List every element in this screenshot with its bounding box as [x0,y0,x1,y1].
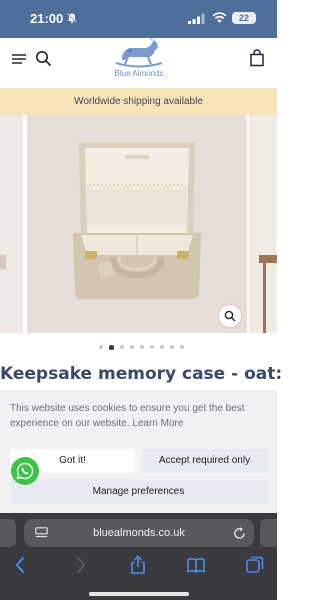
carousel-dot[interactable] [180,345,184,349]
signal-icon [188,13,205,24]
rocking-horse-logo[interactable] [108,38,170,68]
product-title: Keepsake memory case - oat: [0,364,283,384]
shipping-banner: Worldwide shipping available [0,88,277,115]
address-bar[interactable]: bluealmonds.co.uk [24,519,254,547]
status-time: 21:00 [30,11,64,26]
previous-tab-peek[interactable] [0,519,16,547]
brand-name: Blue Almonds [114,69,164,78]
carousel-dot[interactable] [130,345,134,349]
learn-more-link[interactable]: Learn More [132,418,183,429]
bell-icon [67,13,77,24]
search-icon[interactable] [35,50,52,67]
status-bar: 21:00 22 [0,0,277,38]
cookie-message: This website uses cookies to ensure you … [10,401,260,431]
carousel-dot[interactable] [150,345,154,349]
back-icon[interactable] [11,555,31,575]
share-icon[interactable] [128,555,148,575]
wifi-icon [212,12,227,23]
whatsapp-button[interactable] [11,457,39,485]
menu-icon[interactable] [11,52,27,66]
carousel-dot[interactable] [140,345,144,349]
tabs-icon[interactable] [245,555,265,575]
forward-icon[interactable] [70,555,90,575]
bookmarks-icon[interactable] [186,555,206,575]
reader-mode-icon[interactable] [35,527,48,539]
magnifier-icon [224,310,236,322]
carousel-dot[interactable] [99,345,103,349]
accept-required-button[interactable]: Accept required only [142,449,267,473]
product-carousel[interactable] [0,115,277,333]
previous-slide-peek[interactable] [0,115,23,333]
carousel-dot-active[interactable] [109,344,114,350]
next-slide-peek[interactable] [249,115,277,333]
product-image[interactable] [27,115,247,333]
home-indicator [89,592,189,596]
whatsapp-icon [16,462,34,480]
zoom-button[interactable] [219,305,241,327]
browser-toolbar: bluealmonds.co.uk [0,513,277,600]
cookie-text: This website uses cookies to ensure you … [10,403,245,429]
reload-icon[interactable] [233,526,246,540]
manage-preferences-button[interactable]: Manage preferences [10,480,267,504]
battery-icon: 22 [232,12,256,24]
carousel-dot[interactable] [160,345,164,349]
carousel-dot[interactable] [170,345,174,349]
url-text[interactable]: bluealmonds.co.uk [64,519,214,547]
cart-icon[interactable] [249,49,265,67]
carousel-dot[interactable] [120,345,124,349]
next-tab-peek[interactable] [260,519,277,547]
site-header: Blue Almonds [0,38,277,88]
